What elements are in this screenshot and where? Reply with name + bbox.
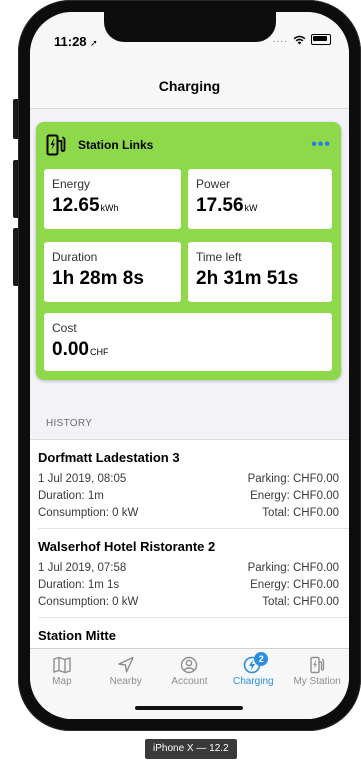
signal-dots-icon: ....: [272, 34, 288, 45]
history-date: 1 Jul 2019, 08:05: [38, 473, 127, 485]
power-value: 17.56kW: [196, 195, 258, 216]
duration-label: Duration: [52, 250, 98, 264]
history-energy-cost: Energy: CHF0.00: [250, 490, 339, 502]
power-label: Power: [196, 177, 231, 191]
location-arrow-icon: [117, 656, 134, 673]
cost-unit: CHF: [89, 347, 109, 357]
cost-label: Cost: [52, 321, 77, 335]
history-station-name: Station Mitte: [38, 628, 116, 643]
cost-value: 0.00CHF: [52, 339, 109, 360]
duration-value: 1h 28m 8s: [52, 268, 144, 289]
status-indicators: ....: [273, 34, 331, 45]
status-time: 11:28 ➚: [54, 34, 98, 49]
energy-unit: kWh: [100, 203, 119, 213]
history-details: 1 Jul 2019, 07:58 Duration: 1m 1s Consum…: [38, 560, 138, 611]
phone-screen: 11:28 ➚ .... Charging Station Links ••• …: [30, 12, 349, 719]
tab-map[interactable]: Map: [30, 649, 94, 693]
history-consumption: Consumption: 0 kW: [38, 596, 139, 608]
home-indicator: [135, 706, 243, 710]
energy-tile: Energy 12.65kWh: [44, 169, 181, 229]
history-list: Dorfmatt Ladestation 3 1 Jul 2019, 08:05…: [30, 439, 349, 649]
power-tile: Power 17.56kW: [188, 169, 332, 229]
tab-label: Nearby: [109, 676, 142, 687]
history-date: 1 Jul 2019, 07:58: [38, 562, 127, 574]
more-options-icon[interactable]: •••: [311, 136, 331, 154]
tab-label: My Station: [293, 676, 341, 687]
simulator-stage: 11:28 ➚ .... Charging Station Links ••• …: [0, 0, 361, 761]
time-left-label: Time left: [196, 250, 242, 264]
tab-label: Charging: [232, 676, 274, 687]
history-consumption: Consumption: 0 kW: [38, 507, 139, 519]
notch: [104, 12, 276, 42]
card-header: Station Links •••: [46, 134, 331, 156]
time-left-value: 2h 31m 51s: [196, 268, 299, 289]
history-section-label: HISTORY: [46, 418, 93, 429]
tab-account[interactable]: Account: [158, 649, 222, 693]
station-name: Station Links: [78, 138, 154, 152]
station-icon: [310, 656, 325, 674]
wifi-icon: [293, 35, 306, 44]
tab-my-station[interactable]: My Station: [285, 649, 349, 693]
tab-nearby[interactable]: Nearby: [94, 649, 158, 693]
cost-tile: Cost 0.00CHF: [44, 313, 332, 371]
page-title: Charging: [158, 78, 221, 94]
duration-tile: Duration 1h 28m 8s: [44, 242, 181, 302]
history-total-cost: Total: CHF0.00: [262, 507, 339, 519]
account-icon: [181, 656, 198, 674]
charging-content[interactable]: Station Links ••• Energy 12.65kWh Power …: [30, 109, 349, 649]
tab-label: Account: [171, 676, 208, 687]
battery-icon: [311, 34, 331, 45]
time-left-tile: Time left 2h 31m 51s: [188, 242, 332, 302]
active-station-card[interactable]: Station Links ••• Energy 12.65kWh Power …: [36, 122, 341, 380]
tab-charging[interactable]: 2 Charging: [221, 649, 285, 693]
charging-badge: 2: [254, 652, 269, 666]
phone-frame: 11:28 ➚ .... Charging Station Links ••• …: [18, 0, 361, 731]
tab-label: Map: [52, 676, 72, 687]
energy-value: 12.65kWh: [52, 195, 119, 216]
history-total-cost: Total: CHF0.00: [262, 596, 339, 608]
history-energy-cost: Energy: CHF0.00: [250, 579, 339, 591]
history-details: 1 Jul 2019, 08:05 Duration: 1m Consumpti…: [38, 471, 138, 522]
history-item[interactable]: Walserhof Hotel Ristorante 2 1 Jul 2019,…: [38, 529, 349, 618]
history-station-name: Dorfmatt Ladestation 3: [38, 450, 180, 465]
power-unit: kW: [244, 203, 258, 213]
map-icon: [53, 656, 71, 674]
history-duration: Duration: 1m 1s: [38, 579, 120, 591]
history-costs: Parking: CHF0.00 Energy: CHF0.00 Total: …: [248, 560, 339, 611]
history-costs: Parking: CHF0.00 Energy: CHF0.00 Total: …: [248, 471, 339, 522]
location-arrow-icon: ➚: [90, 38, 98, 48]
history-parking-cost: Parking: CHF0.00: [247, 562, 339, 574]
history-parking-cost: Parking: CHF0.00: [247, 473, 339, 485]
navigation-bar: Charging: [30, 58, 349, 109]
history-item[interactable]: Station Mitte: [38, 618, 349, 649]
charging-station-icon: [46, 134, 66, 156]
tab-bar: Map Nearby Account 2 Charging My Station: [30, 648, 349, 719]
history-item[interactable]: Dorfmatt Ladestation 3 1 Jul 2019, 08:05…: [38, 440, 349, 529]
history-station-name: Walserhof Hotel Ristorante 2: [38, 539, 216, 554]
history-duration: Duration: 1m: [38, 490, 104, 502]
device-caption: iPhone X — 12.2: [145, 739, 237, 759]
energy-label: Energy: [52, 177, 91, 191]
